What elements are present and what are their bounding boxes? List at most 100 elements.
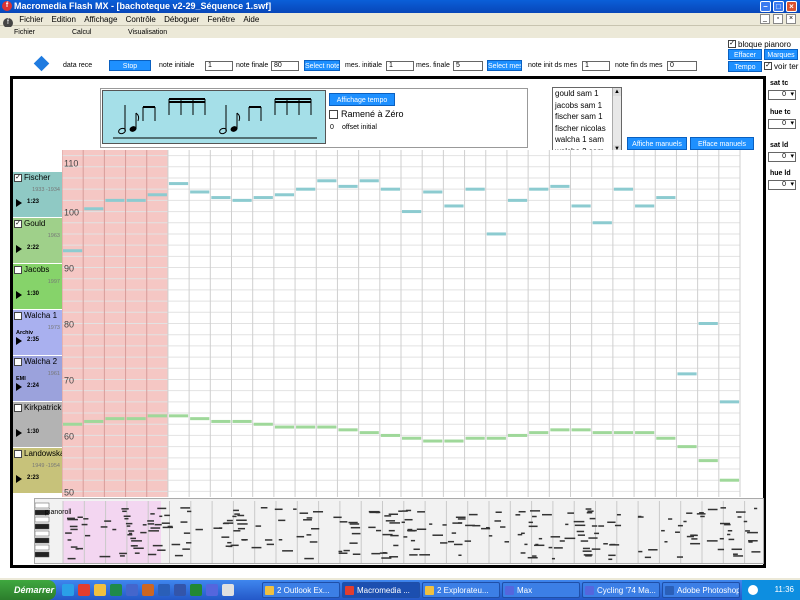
quicklaunch-app-icon[interactable] <box>110 584 122 596</box>
quicklaunch-media-icon[interactable] <box>126 584 138 596</box>
affiche-manuels-button[interactable]: Affiche manuels <box>627 137 687 150</box>
play-icon[interactable] <box>16 383 22 391</box>
quicklaunch-flash-icon[interactable] <box>78 584 90 596</box>
task-explorer[interactable]: 2 Explorateu... <box>422 582 500 598</box>
menu-affichage[interactable]: Affichage <box>84 13 117 26</box>
menu-fenetre[interactable]: Fenêtre <box>208 13 236 26</box>
tab-fichier[interactable]: Fichier <box>14 27 35 38</box>
marques-button[interactable]: Marques <box>764 49 798 60</box>
close-button[interactable]: × <box>786 1 797 12</box>
note-mark <box>524 543 528 546</box>
performer-checkbox[interactable] <box>14 450 22 458</box>
ramene-zero-checkbox[interactable] <box>329 110 338 119</box>
task-max[interactable]: Max <box>502 582 580 598</box>
play-icon[interactable] <box>16 337 22 345</box>
menu-controle[interactable]: Contrôle <box>126 13 156 26</box>
note-init-ds-mes-field[interactable]: 1 <box>582 61 610 71</box>
note-initiale-field[interactable]: 1 <box>205 61 233 71</box>
sat-ld-select[interactable]: 0 <box>768 152 796 162</box>
y-tick-label: 90 <box>64 264 74 274</box>
note-mark <box>553 547 563 549</box>
tab-calcul[interactable]: Calcul <box>72 27 91 38</box>
doc-minimize-button[interactable]: _ <box>760 14 770 24</box>
menu-deboguer[interactable]: Déboguer <box>164 13 199 26</box>
doc-restore-button[interactable]: ▫ <box>773 14 783 24</box>
hue-tc-select[interactable]: 0 <box>768 119 796 129</box>
effacer-button[interactable]: Effacer <box>728 49 762 60</box>
list-item[interactable]: walcha 1 sam <box>553 134 621 146</box>
task-macromedia[interactable]: Macromedia ... <box>342 582 420 598</box>
task-outlook[interactable]: 2 Outlook Ex... <box>262 582 340 598</box>
voir-ter-checkbox[interactable]: ✓ <box>764 62 772 70</box>
quicklaunch-firefox-icon[interactable] <box>142 584 154 596</box>
note-mark <box>382 552 387 554</box>
performer-landowska[interactable]: Landowska 1949 -1954 2:23 <box>13 448 64 493</box>
quicklaunch-ie-icon[interactable] <box>62 584 74 596</box>
tempo-chart[interactable]: 110 100 90 80 70 60 50 <box>61 150 742 497</box>
task-cycling[interactable]: Cycling '74 Ma... <box>582 582 660 598</box>
list-item[interactable]: fischer sam 1 <box>553 111 621 123</box>
note-mark <box>389 522 401 524</box>
scroll-up-icon[interactable]: ▲ <box>613 88 621 96</box>
list-item[interactable]: fischer nicolas <box>553 123 621 135</box>
performer-checkbox[interactable]: ✓ <box>14 174 22 182</box>
tempo-button[interactable]: Tempo <box>728 61 762 72</box>
play-icon[interactable] <box>16 245 22 253</box>
play-icon[interactable] <box>16 291 22 299</box>
quicklaunch-desktop-icon[interactable] <box>222 584 234 596</box>
quicklaunch-photoshop-icon[interactable] <box>158 584 170 596</box>
minimize-button[interactable]: – <box>760 1 771 12</box>
performer-walcha-1[interactable]: Walcha 1 1973 Archiv 2:35 <box>13 310 62 355</box>
select-note-button[interactable]: Select note <box>304 60 340 71</box>
sat-tc-select[interactable]: 0 <box>768 90 796 100</box>
performer-date: 1997 <box>47 279 60 285</box>
hue-ld-label: hue ld <box>770 170 791 177</box>
menu-aide[interactable]: Aide <box>243 13 259 26</box>
play-icon[interactable] <box>16 475 22 483</box>
hue-ld-select[interactable]: 0 <box>768 180 796 190</box>
menu-fichier[interactable]: Fichier <box>19 13 43 26</box>
performer-checkbox[interactable] <box>14 404 22 412</box>
quicklaunch-max-icon[interactable] <box>206 584 218 596</box>
performer-checkbox[interactable] <box>14 266 22 274</box>
play-icon[interactable] <box>16 429 22 437</box>
note-fin-ds-mes-field[interactable]: 0 <box>667 61 697 71</box>
ramene-zero-toggle[interactable]: Ramené à Zéro <box>329 109 404 120</box>
select-mes-button[interactable]: Select mes <box>487 60 522 71</box>
voir-ter-toggle[interactable]: ✓ voir ter <box>764 61 800 71</box>
list-item[interactable]: jacobs sam 1 <box>553 100 621 112</box>
performer-jacobs[interactable]: Jacobs 1997 1:30 <box>13 264 62 309</box>
listbox-scrollbar[interactable]: ▲ ▼ <box>612 88 621 154</box>
tempo-chart-svg[interactable]: 110 100 90 80 70 60 50 <box>61 150 742 497</box>
performer-checkbox[interactable]: ✓ <box>14 220 22 228</box>
note-mark <box>589 517 596 520</box>
doc-close-button[interactable]: × <box>786 14 796 24</box>
quicklaunch-excel-icon[interactable] <box>190 584 202 596</box>
pianoroll-panel[interactable]: pianoroll <box>34 498 764 564</box>
quicklaunch-word-icon[interactable] <box>174 584 186 596</box>
performer-checkbox[interactable] <box>14 358 22 366</box>
note-finale-field[interactable]: 80 <box>271 61 299 71</box>
quicklaunch-explorer-icon[interactable] <box>94 584 106 596</box>
menu-edition[interactable]: Edition <box>51 13 75 26</box>
bloque-pianoroll-toggle[interactable]: ✓ bloque pianoro <box>728 39 800 49</box>
affichage-tempo-button[interactable]: Affichage tempo <box>329 93 395 106</box>
efface-manuels-button[interactable]: Efface manuels <box>690 137 754 150</box>
tray-volume-icon[interactable] <box>748 585 758 595</box>
maximize-button[interactable]: □ <box>773 1 784 12</box>
start-button[interactable]: Démarrer <box>0 580 56 600</box>
mes-finale-field[interactable]: 5 <box>453 61 483 71</box>
performer-walcha-2[interactable]: Walcha 2 1961 EMI 2:24 <box>13 356 62 401</box>
mes-initiale-field[interactable]: 1 <box>386 61 414 71</box>
list-item[interactable]: gould sam 1 <box>553 88 621 100</box>
performer-gould[interactable]: ✓ Gould 1963 2:22 <box>13 218 62 263</box>
task-photoshop[interactable]: Adobe Photoshop <box>662 582 740 598</box>
performer-checkbox[interactable] <box>14 312 22 320</box>
performer-fischer[interactable]: ✓ Fischer 1933 -1934 1:23 <box>13 172 62 217</box>
play-icon[interactable] <box>16 199 22 207</box>
tab-visualisation[interactable]: Visualisation <box>128 27 167 38</box>
stop-button[interactable]: Stop <box>109 60 151 71</box>
bloque-pianoroll-checkbox[interactable]: ✓ <box>728 40 736 48</box>
performer-kirkpatrick[interactable]: Kirkpatrick 1:30 <box>13 402 62 447</box>
pianoroll-svg[interactable] <box>34 499 765 565</box>
